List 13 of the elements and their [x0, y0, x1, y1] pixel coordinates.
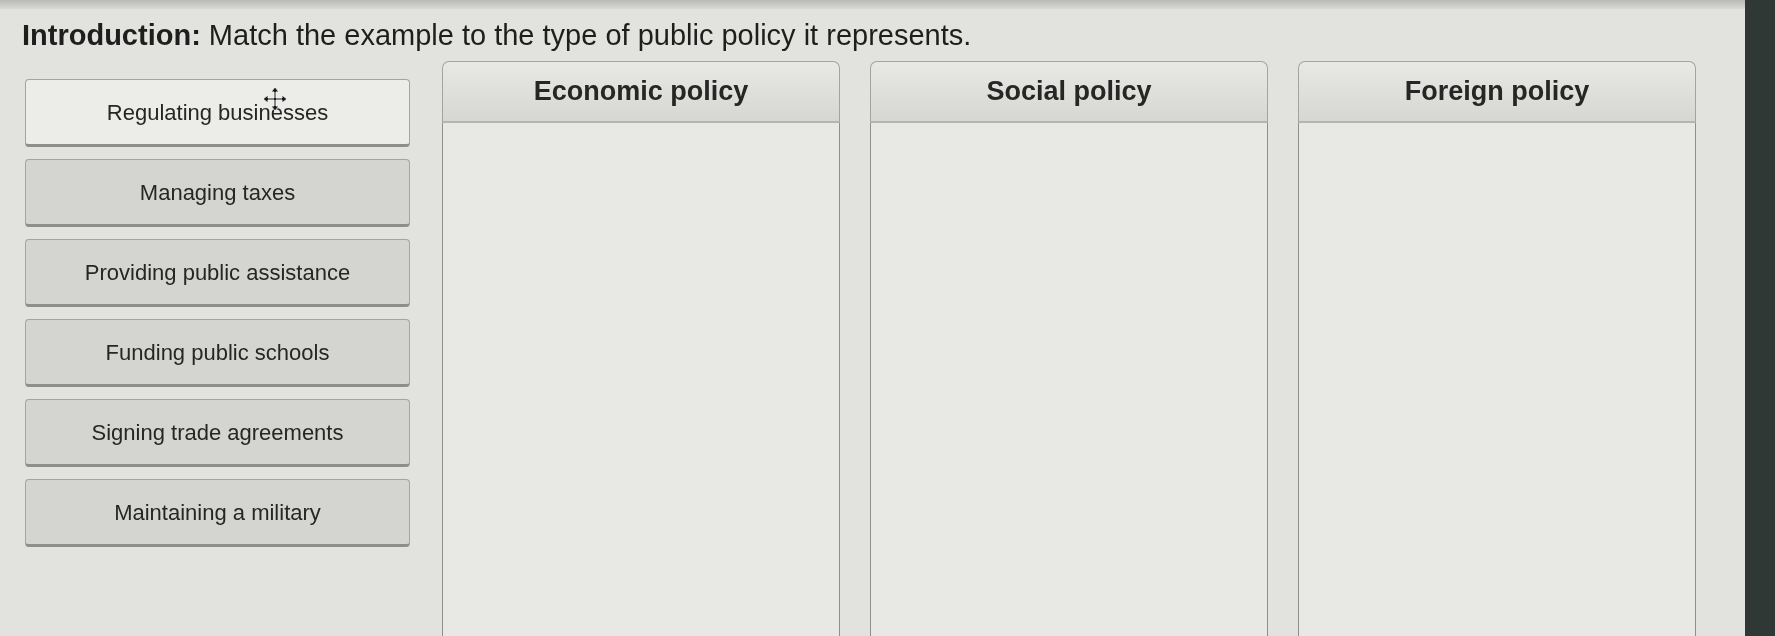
draggable-card[interactable]: Providing public assistance	[25, 239, 410, 307]
draggable-card[interactable]: Regulating businesses	[25, 79, 410, 147]
draggable-card[interactable]: Managing taxes	[25, 159, 410, 227]
category-header: Economic policy	[442, 61, 840, 123]
draggable-card[interactable]: Maintaining a military	[25, 479, 410, 547]
drop-zone[interactable]	[442, 123, 840, 636]
drop-zone[interactable]	[1298, 123, 1696, 636]
category-header: Social policy	[870, 61, 1268, 123]
drop-zone[interactable]	[870, 123, 1268, 636]
category-header: Foreign policy	[1298, 61, 1696, 123]
draggable-card[interactable]: Signing trade agreements	[25, 399, 410, 467]
draggable-card[interactable]: Funding public schools	[25, 319, 410, 387]
instruction-text: Introduction: Match the example to the type of public policy it represents.	[21, 18, 973, 53]
